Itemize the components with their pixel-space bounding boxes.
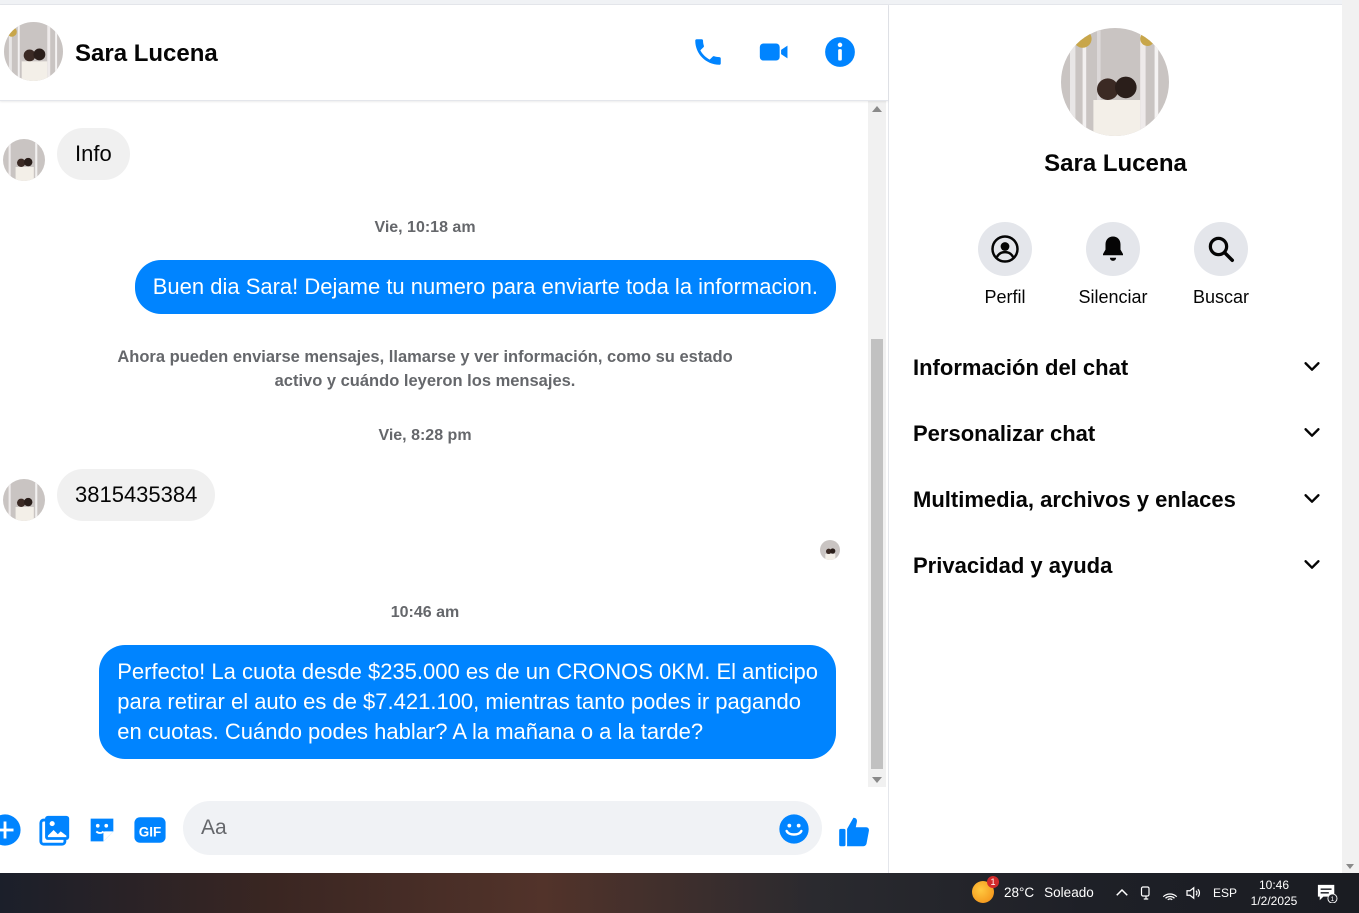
weather-text: 28°C Soleado bbox=[1004, 885, 1104, 900]
thumbs-up-icon[interactable] bbox=[836, 813, 874, 851]
video-call-icon[interactable] bbox=[757, 35, 791, 69]
search-icon bbox=[1194, 222, 1248, 276]
input-language[interactable]: ESP bbox=[1213, 886, 1237, 900]
notice-line: Ahora pueden enviarse mensajes, llamarse… bbox=[117, 348, 733, 366]
message-scrollbar[interactable] bbox=[868, 101, 886, 787]
section-label: Información del chat bbox=[913, 355, 1129, 380]
phone-call-icon[interactable] bbox=[691, 35, 725, 69]
temperature: 28°C bbox=[1004, 884, 1035, 900]
meet-now-icon[interactable] bbox=[1137, 884, 1155, 902]
scroll-down-arrow[interactable] bbox=[1346, 864, 1354, 869]
message-line: Perfecto! La cuota desde $235.000 es de … bbox=[117, 659, 818, 684]
timestamp: Vie, 10:18 am bbox=[374, 219, 476, 236]
info-icon[interactable] bbox=[823, 35, 857, 69]
contact-avatar[interactable] bbox=[4, 22, 63, 81]
message-line: para retirar el auto es de $7.421.100, m… bbox=[117, 689, 801, 714]
message-list[interactable]: Info Vie, 10:18 am Buen dia Sara! Dejame… bbox=[0, 101, 868, 791]
bell-icon bbox=[1086, 222, 1140, 276]
conversation-details-panel: Sara Lucena Perfil Silenciar Buscar Info… bbox=[889, 5, 1342, 873]
weather-condition: Soleado bbox=[1044, 884, 1094, 900]
photo-gallery-icon[interactable] bbox=[38, 813, 72, 847]
chevron-down-icon bbox=[1301, 553, 1323, 580]
composer-bar: GIF bbox=[0, 791, 888, 873]
timestamp: 10:46 am bbox=[390, 604, 460, 621]
search-button[interactable]: Buscar bbox=[1176, 222, 1266, 308]
clock-time: 10:46 bbox=[1258, 878, 1290, 892]
profile-label: Perfil bbox=[984, 287, 1026, 307]
section-media-files-links[interactable]: Multimedia, archivos y enlaces bbox=[913, 480, 1323, 520]
weather-widget[interactable]: 1 28°C Soleado bbox=[972, 876, 1104, 903]
sticker-icon[interactable] bbox=[85, 813, 119, 847]
wifi-icon[interactable] bbox=[1161, 884, 1179, 902]
side-contact-name: Sara Lucena bbox=[1044, 150, 1187, 177]
section-chat-info[interactable]: Información del chat bbox=[913, 348, 1323, 388]
mute-button[interactable]: Silenciar bbox=[1068, 222, 1158, 308]
chat-pane: Sara Lucena Info Vie, 10:18 am Buen dia … bbox=[0, 5, 888, 873]
weather-badge: 1 bbox=[987, 876, 999, 888]
section-label: Privacidad y ayuda bbox=[913, 553, 1113, 578]
contact-avatar-small[interactable] bbox=[3, 139, 45, 181]
message-input[interactable] bbox=[183, 801, 822, 855]
sun-icon: 1 bbox=[972, 876, 999, 903]
notification-center-icon[interactable]: 1 bbox=[1316, 883, 1340, 905]
scroll-thumb[interactable] bbox=[871, 339, 883, 769]
outgoing-message[interactable]: Buen dia Sara! Dejame tu numero para env… bbox=[134, 260, 836, 314]
profile-icon bbox=[978, 222, 1032, 276]
notice-line: activo y cuándo leyeron los mensajes. bbox=[274, 372, 576, 390]
scroll-up-arrow[interactable] bbox=[872, 106, 882, 112]
timestamp: Vie, 8:28 pm bbox=[378, 427, 472, 444]
chevron-down-icon bbox=[1301, 421, 1323, 448]
contact-avatar-small[interactable] bbox=[3, 479, 45, 521]
system-notice: Ahora pueden enviarse mensajes, llamarse… bbox=[100, 345, 750, 393]
profile-button[interactable]: Perfil bbox=[960, 222, 1050, 308]
chevron-down-icon bbox=[1301, 355, 1323, 382]
notification-count: 1 bbox=[1331, 896, 1335, 903]
seen-indicator-avatar bbox=[820, 540, 840, 560]
gif-icon[interactable]: GIF bbox=[133, 813, 167, 847]
message-line: en cuotas. Cuándo podes hablar? A la mañ… bbox=[117, 719, 704, 744]
mute-label: Silenciar bbox=[1078, 287, 1148, 307]
chevron-down-icon bbox=[1301, 487, 1323, 514]
plus-icon[interactable] bbox=[0, 813, 22, 847]
volume-icon[interactable] bbox=[1184, 884, 1202, 902]
contact-avatar-large[interactable] bbox=[1061, 28, 1169, 136]
section-customize-chat[interactable]: Personalizar chat bbox=[913, 414, 1323, 454]
search-label: Buscar bbox=[1192, 287, 1250, 307]
section-label: Personalizar chat bbox=[913, 421, 1096, 446]
window-scrollbar[interactable] bbox=[1342, 0, 1359, 873]
incoming-message-info[interactable]: Info bbox=[57, 128, 130, 180]
scroll-down-arrow[interactable] bbox=[872, 777, 882, 783]
clock-date: 1/2/2025 bbox=[1250, 894, 1298, 908]
section-label: Multimedia, archivos y enlaces bbox=[913, 487, 1236, 512]
section-privacy-help[interactable]: Privacidad y ayuda bbox=[913, 546, 1323, 586]
svg-text:GIF: GIF bbox=[139, 824, 161, 839]
chevron-up-icon[interactable] bbox=[1113, 884, 1131, 902]
messenger-window: Sara Lucena Info Vie, 10:18 am Buen dia … bbox=[0, 0, 1359, 913]
incoming-message-phone[interactable]: 3815435384 bbox=[57, 469, 216, 521]
windows-taskbar: 1 28°C Soleado ESP 10:46 1/2/2025 1 bbox=[0, 873, 1359, 913]
system-clock[interactable]: 10:46 1/2/2025 bbox=[1250, 877, 1298, 909]
outgoing-message[interactable]: Perfecto! La cuota desde $235.000 es de … bbox=[99, 645, 836, 759]
contact-name[interactable]: Sara Lucena bbox=[75, 40, 218, 68]
emoji-icon[interactable] bbox=[778, 813, 810, 845]
chat-header: Sara Lucena bbox=[0, 5, 888, 101]
